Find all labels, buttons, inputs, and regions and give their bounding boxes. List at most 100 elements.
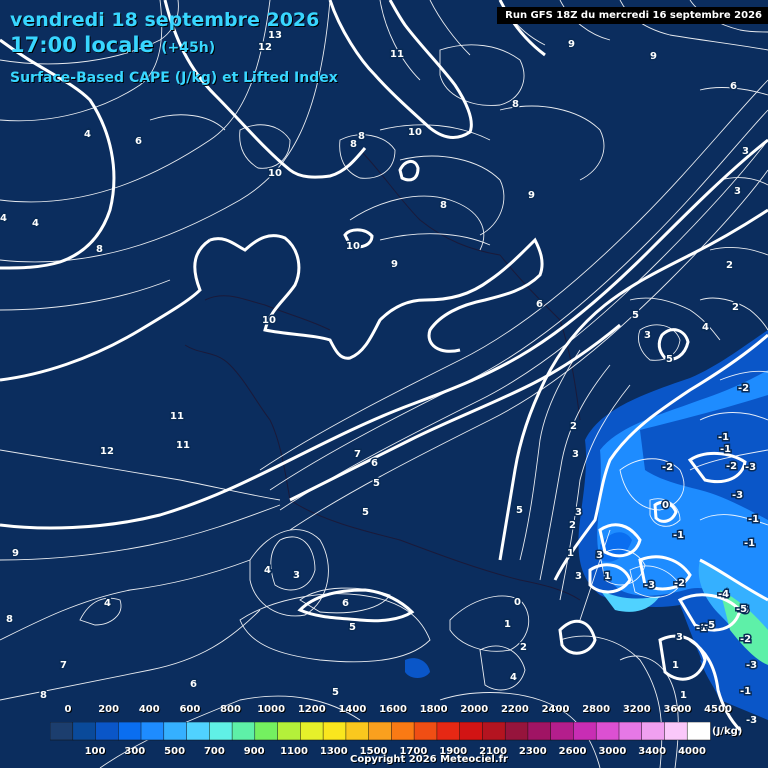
legend-swatch	[595, 722, 620, 741]
legend-swatch	[618, 722, 643, 741]
contour-label: -5	[736, 604, 747, 615]
contour-label: 10	[268, 168, 282, 179]
legend-top-tick: 1800	[419, 704, 448, 715]
contour-label: 10	[346, 241, 360, 252]
contour-label: -3	[746, 660, 757, 671]
contour-label: 9	[650, 51, 657, 62]
contour-label: 3	[596, 550, 603, 561]
contour-label: -4	[718, 589, 729, 600]
legend-bottom-tick: 4000	[678, 746, 706, 757]
legend-swatch	[436, 722, 461, 741]
contour-label: 1	[680, 690, 687, 701]
contour-label: -1	[748, 514, 759, 525]
legend-swatch	[254, 722, 279, 741]
contour-label: 4	[104, 598, 111, 609]
legend-swatch	[527, 722, 552, 741]
legend-top-tick: 1000	[257, 704, 286, 715]
legend-swatch	[118, 722, 142, 741]
legend-swatch	[186, 722, 211, 741]
contour-label: 6	[342, 598, 349, 609]
contour-label: -2	[674, 578, 685, 589]
legend-swatch	[72, 722, 97, 741]
legend-top-tick: 3200	[622, 704, 651, 715]
contour-label: 3	[644, 330, 651, 341]
contour-label: 8	[512, 99, 519, 110]
legend-swatch	[209, 722, 233, 741]
legend-swatch	[391, 722, 415, 741]
map-background	[0, 0, 768, 768]
legend-bottom-tick: 500	[164, 746, 186, 757]
contour-label: -2	[726, 461, 737, 472]
legend-swatch	[459, 722, 484, 741]
cape-lifted-index-map: 13 12 11 9 9 6 8 8 4 6 10 10 10 8 9 8 3 …	[0, 0, 768, 768]
legend-swatch	[482, 722, 506, 741]
legend-bottom-tick: 300	[124, 746, 146, 757]
legend-top-tick: 2800	[582, 704, 611, 715]
contour-label: 1	[567, 548, 574, 559]
legend-top-tick: 2200	[500, 704, 529, 715]
contour-label: 6	[536, 299, 543, 310]
contour-label: 10	[408, 127, 422, 138]
contour-label: 4	[32, 218, 39, 229]
legend-top-tick: 400	[138, 704, 160, 715]
contour-label: 5	[349, 622, 356, 633]
legend-bottom-tick: 3000	[598, 746, 627, 757]
contour-label: 6	[730, 81, 737, 92]
contour-label: -3	[746, 715, 757, 726]
contour-label: 1	[672, 660, 679, 671]
legend-top-tick: 3600	[663, 704, 692, 715]
legend-top-tick: 600	[179, 704, 201, 715]
contour-label: -1	[744, 538, 755, 549]
contour-label: -3	[732, 490, 743, 501]
contour-label: -2	[738, 383, 749, 394]
contour-label: 5	[362, 507, 369, 518]
contour-label: 4	[0, 213, 7, 224]
legend-bottom-tick: 3400	[638, 746, 667, 757]
contour-label: 8	[96, 244, 103, 255]
contour-label: 2	[520, 642, 527, 653]
forecast-time-label: 17:00 locale	[10, 33, 154, 57]
legend-color-bar	[50, 722, 711, 741]
legend-swatch	[504, 722, 529, 741]
legend-swatch	[300, 722, 324, 741]
contour-label: 5	[666, 354, 673, 365]
contour-label: 7	[354, 449, 361, 460]
contour-label: -1	[720, 444, 731, 455]
contour-label: 6	[371, 458, 378, 469]
contour-label: 4	[264, 565, 271, 576]
contour-label: 4	[510, 672, 517, 683]
contour-label: -3	[745, 462, 756, 473]
forecast-offset: (+45h)	[161, 40, 216, 56]
contour-label: 5	[332, 687, 339, 698]
contour-label: 6	[190, 679, 197, 690]
legend-bottom-tick: 1100	[280, 746, 308, 757]
legend-swatch	[641, 722, 666, 741]
contour-label: 3	[575, 507, 582, 518]
contour-label: -5	[704, 620, 715, 631]
contour-label: 0	[662, 500, 669, 511]
contour-label: 5	[632, 310, 639, 321]
contour-label: 9	[528, 190, 535, 201]
legend-top-tick: 1200	[297, 704, 326, 715]
contour-label: 3	[293, 570, 300, 581]
contour-label: 3	[676, 632, 683, 643]
run-info-badge: Run GFS 18Z du mercredi 16 septembre 202…	[497, 7, 768, 24]
contour-label: 9	[568, 39, 575, 50]
contour-label: 0	[514, 597, 521, 608]
contour-label: 5	[373, 478, 380, 489]
contour-label: 11	[176, 440, 190, 451]
contour-label: 6	[135, 136, 142, 147]
legend-swatch	[686, 722, 711, 741]
legend-top-tick: 2000	[460, 704, 489, 715]
legend-swatch	[163, 722, 188, 741]
legend-swatch	[322, 722, 347, 741]
legend-swatch	[368, 722, 393, 741]
forecast-time: 17:00 locale (+45h)	[10, 33, 215, 57]
contour-label: 8	[358, 131, 365, 142]
contour-label: 2	[732, 302, 739, 313]
legend-bottom-tick: 700	[203, 746, 225, 757]
legend-swatch	[140, 722, 165, 741]
contour-label: 4	[84, 129, 91, 140]
contour-label: 2	[569, 520, 576, 531]
legend-swatch	[95, 722, 120, 741]
